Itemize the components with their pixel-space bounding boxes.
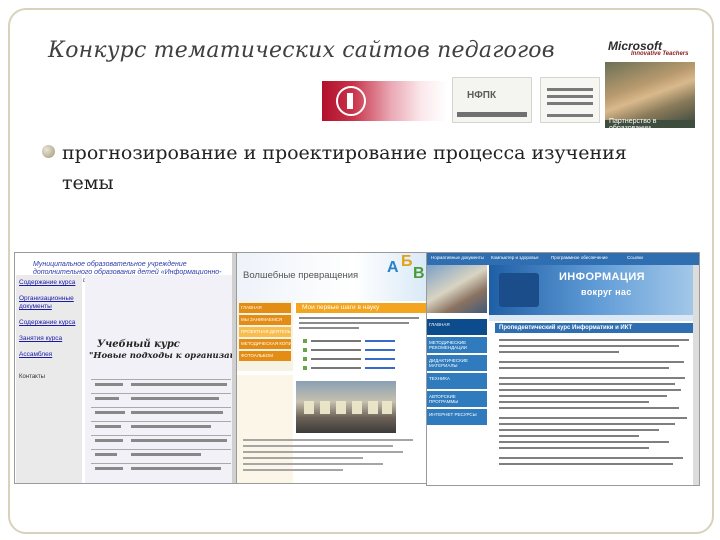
site2-list xyxy=(303,337,423,373)
site3-topbar: Нормативные документы Компьютер и здоров… xyxy=(427,253,699,265)
site2-nav: ГЛАВНАЯ МЫ ЗАНИМАЕМСЯ ПРОЕКТНАЯ ДЕЯТЕЛЬН… xyxy=(237,301,293,371)
site3-menu-item[interactable]: МЕТОДИЧЕСКИЕ РЕКОМЕНДАЦИИ xyxy=(427,337,487,353)
slide: Конкурс тематических сайтов педагогов НФ… xyxy=(0,0,720,540)
logo-microsoft-innovative-teachers: Microsoft Innovative Teachers Партнерств… xyxy=(605,38,695,128)
logo-education-system xyxy=(540,77,600,123)
site3-sidebar: ГЛАВНАЯ МЕТОДИЧЕСКИЕ РЕКОМЕНДАЦИИ ДИДАКТ… xyxy=(427,265,487,485)
table-row xyxy=(91,393,231,407)
screenshot-site-3: Нормативные документы Компьютер и здоров… xyxy=(426,252,700,486)
table-row xyxy=(91,463,231,477)
logo-nfpk-text: НФПК xyxy=(467,90,497,101)
site3-menu: ГЛАВНАЯ МЕТОДИЧЕСКИЕ РЕКОМЕНДАЦИИ ДИДАКТ… xyxy=(427,319,487,427)
logo-ms-tagline: Innovative Teachers xyxy=(631,51,689,57)
site3-menu-item[interactable]: ГЛАВНАЯ xyxy=(427,319,487,335)
logo-nfpk: НФПК xyxy=(452,77,532,123)
site2-nav-item[interactable]: МЫ ЗАНИМАЕМСЯ xyxy=(239,315,291,325)
site2-banner: Волшебные превращения А Б В xyxy=(237,253,429,301)
table-row xyxy=(91,379,231,393)
site3-top-link[interactable]: Программное обеспечение xyxy=(551,255,608,260)
site2-intro-text xyxy=(299,317,425,332)
site2-section-title: Мои первые шаги в науку xyxy=(296,303,428,313)
site1-sidebar-link[interactable]: Содержание курса xyxy=(19,319,80,327)
site3-menu-item[interactable]: АВТОРСКИЕ ПРОГРАММЫ xyxy=(427,391,487,407)
site3-banner-image xyxy=(499,273,539,307)
table-row xyxy=(91,407,231,421)
site2-nav-item[interactable]: ПРОЕКТНАЯ ДЕЯТЕЛЬНОСТЬ xyxy=(239,327,291,337)
logo-line xyxy=(547,114,593,117)
screenshot-site-2: Волшебные превращения А Б В ГЛАВНАЯ МЫ З… xyxy=(236,252,430,484)
logo-line xyxy=(547,88,593,91)
site1-sidebar: Содержание курса Организационные докумен… xyxy=(16,275,82,483)
logo-line xyxy=(547,95,593,98)
site2-class-photo xyxy=(296,381,396,433)
list-item[interactable] xyxy=(303,364,423,373)
logo-red-emblem xyxy=(322,81,447,121)
table-row xyxy=(91,449,231,463)
site1-sidebar-link[interactable]: Организационные документы xyxy=(19,295,80,311)
site3-top-link[interactable]: Компьютер и здоровье xyxy=(491,255,539,260)
site2-letter-b: Б xyxy=(401,253,413,270)
site3-top-link[interactable]: Нормативные документы xyxy=(431,255,484,260)
site3-top-link[interactable]: Ссылки xyxy=(627,255,643,260)
site2-lower-text xyxy=(243,439,425,475)
site3-sidebar-photo xyxy=(427,265,487,313)
site1-doc-subtitle: "Новые подходы к организации мет xyxy=(89,351,239,361)
site1-main: Учебный курс "Новые подходы к организаци… xyxy=(85,275,239,483)
site2-nav-item[interactable]: ГЛАВНАЯ xyxy=(239,303,291,313)
site3-banner-subtitle: вокруг нас xyxy=(581,287,632,297)
list-item[interactable] xyxy=(303,355,423,364)
site1-sidebar-link[interactable]: Занятия курса xyxy=(19,335,80,343)
list-item[interactable] xyxy=(303,346,423,355)
bullet-text: прогнозирование и проектирование процесс… xyxy=(62,142,627,194)
handshake-image xyxy=(605,62,695,120)
logo-line xyxy=(547,102,593,105)
screenshot-site-1: Муниципальное образовательное учреждение… xyxy=(14,252,240,484)
site2-nav-item[interactable]: ФОТОАЛЬБОМ xyxy=(239,351,291,361)
site3-banner: ИНФОРМАЦИЯ вокруг нас xyxy=(489,265,699,315)
site2-nav-item[interactable]: МЕТОДИЧЕСКАЯ КОПИЛКА xyxy=(239,339,291,349)
logo-red-mark-icon xyxy=(336,86,366,116)
list-item[interactable] xyxy=(303,337,423,346)
table-row xyxy=(91,435,231,449)
site1-sidebar-link[interactable]: Содержание курса xyxy=(19,279,80,287)
site3-scrollbar[interactable] xyxy=(693,265,699,485)
site2-letter-a: А xyxy=(387,259,399,276)
site1-contacts: Контакты xyxy=(19,374,45,380)
bullet-icon xyxy=(42,145,55,158)
site1-doc-title: Учебный курс xyxy=(97,339,180,350)
site3-menu-item[interactable]: ТЕХНИКА xyxy=(427,373,487,389)
site2-banner-title: Волшебные превращения xyxy=(243,270,359,281)
logo-nfpk-bar xyxy=(457,112,527,117)
site3-banner-title: ИНФОРМАЦИЯ xyxy=(559,271,645,283)
site3-menu-item[interactable]: ДИДАКТИЧЕСКИЕ МАТЕРИАЛЫ xyxy=(427,355,487,371)
site3-menu-item[interactable]: ИНТЕРНЕТ РЕСУРСЫ xyxy=(427,409,487,425)
site2-letter-v: В xyxy=(413,265,425,282)
site1-table xyxy=(91,379,231,477)
site3-subbar xyxy=(489,315,699,321)
site3-section-title: Пропедевтический курс Информатики и ИКТ xyxy=(495,323,695,333)
slide-title: Конкурс тематических сайтов педагогов xyxy=(48,38,555,63)
table-row xyxy=(91,421,231,435)
site3-body-text xyxy=(499,339,691,469)
site1-sidebar-link[interactable]: Ассамблея xyxy=(19,351,80,359)
logo-ms-caption: Партнерство в образовании xyxy=(609,118,657,128)
